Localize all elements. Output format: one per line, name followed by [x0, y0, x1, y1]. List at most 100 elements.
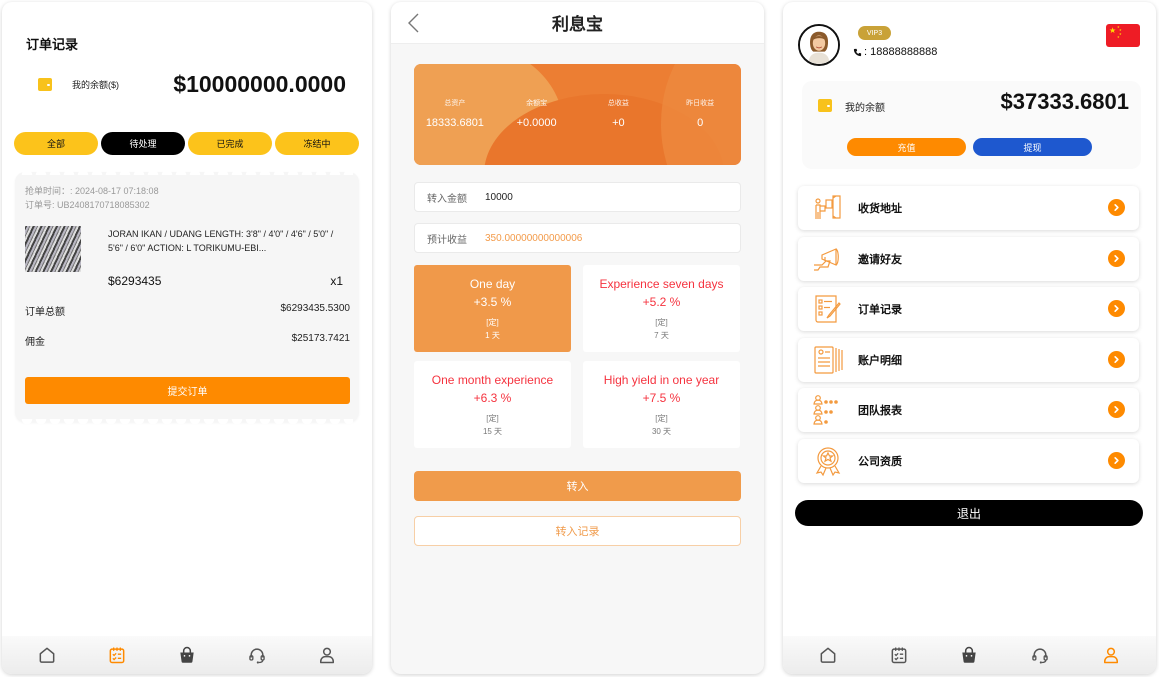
- stat-label: 总资产: [444, 100, 466, 107]
- tab-orders[interactable]: [97, 640, 137, 670]
- commission-value: $25173.7421: [291, 333, 350, 344]
- withdraw-button[interactable]: 提现: [973, 138, 1092, 156]
- plan-rate: +6.3 %: [473, 391, 512, 405]
- vip-badge: VIP3: [858, 26, 891, 40]
- product-price: $6293435: [108, 274, 162, 288]
- menu-label: 团队报表: [858, 405, 902, 417]
- menu-item-company-qualification[interactable]: 公司资质: [798, 438, 1139, 483]
- chevron-right-icon: [1108, 401, 1125, 418]
- recharge-button[interactable]: 充值: [847, 138, 966, 156]
- order-total-value: $6293435.5300: [280, 303, 350, 314]
- plan-rate: +5.2 %: [642, 295, 681, 309]
- menu-item-team-report[interactable]: 团队报表: [798, 388, 1139, 432]
- shopping-bag-icon: [177, 645, 197, 665]
- calendar-checklist-icon: [107, 645, 127, 665]
- plan-name: One day: [469, 277, 516, 291]
- transfer-amount-input[interactable]: [485, 191, 685, 203]
- menu-label: 收货地址: [858, 203, 902, 215]
- plan-days: 7 天: [654, 331, 669, 340]
- company-certificate-icon: [815, 446, 841, 476]
- menu-item-address[interactable]: 收货地址: [798, 186, 1139, 230]
- transfer-in-button[interactable]: 转入: [414, 471, 741, 501]
- transfer-amount-field: 转入金额: [414, 182, 741, 212]
- stat-total-assets: 总资产 18333.6801: [414, 98, 496, 129]
- header: 利息宝: [391, 2, 764, 44]
- tab-home[interactable]: [27, 640, 67, 670]
- expected-income-value: 350.00000000000006: [485, 232, 583, 244]
- tab-shop[interactable]: [167, 640, 207, 670]
- tab-orders[interactable]: [879, 640, 919, 670]
- menu-item-account-details[interactable]: 账户明细: [798, 337, 1139, 382]
- plan-card[interactable]: Experience seven days +5.2 % [定] 7 天: [583, 265, 740, 352]
- transfer-record-button[interactable]: 转入记录: [414, 516, 741, 546]
- headset-icon: [1030, 645, 1050, 665]
- tab-profile[interactable]: [307, 640, 347, 670]
- plan-type: [定]: [655, 414, 668, 423]
- product-quantity: x1: [330, 274, 343, 288]
- stat-value: 18333.6801: [425, 117, 484, 129]
- plan-rate: +7.5 %: [642, 391, 681, 405]
- balance-value: $37333.6801: [1000, 89, 1129, 114]
- bottom-tabbar: [2, 636, 372, 674]
- phone-icon: [853, 48, 862, 56]
- balance-row: 我的余额($) $10000000.0000: [2, 66, 372, 102]
- china-flag-icon[interactable]: ★ ★ ★ ★ ★: [1106, 24, 1140, 47]
- tab-service[interactable]: [1020, 640, 1060, 670]
- order-number: 订单号: UB2408170718085302: [25, 200, 150, 210]
- page-title: 订单记录: [26, 37, 79, 52]
- page-title: 利息宝: [552, 15, 603, 34]
- commission-row: 佣金 $25173.7421: [25, 333, 350, 348]
- plan-days: 1 天: [485, 331, 500, 340]
- menu-label: 账户明细: [858, 354, 902, 367]
- user-icon: [317, 645, 337, 665]
- plan-days: 15 天: [482, 427, 503, 436]
- stat-yuebao: 余额宝 +0.0000: [496, 98, 578, 129]
- plan-card[interactable]: One month experience +6.3 % [定] 15 天: [414, 361, 571, 448]
- plan-card[interactable]: High yield in one year +7.5 % [定] 30 天: [583, 361, 740, 448]
- balance-card: 我的余额 $37333.6801 充值 提现: [802, 81, 1141, 169]
- order-meta: 抢单时间：: 2024-08-17 07:18:08 订单号: UB240817…: [25, 184, 159, 212]
- filter-all[interactable]: 全部: [14, 132, 98, 155]
- back-chevron-icon[interactable]: [405, 12, 425, 34]
- chevron-right-icon: [1108, 249, 1125, 267]
- tab-shop[interactable]: [949, 640, 989, 670]
- plan-days: 30 天: [651, 427, 672, 436]
- menu-item-invite[interactable]: 邀请好友: [798, 236, 1139, 281]
- tab-home[interactable]: [808, 640, 848, 670]
- balance-value: $10000000.0000: [173, 70, 346, 97]
- order-card: 抢单时间：: 2024-08-17 07:18:08 订单号: UB240817…: [15, 169, 359, 425]
- stat-value: +0: [612, 117, 625, 129]
- plan-card[interactable]: One day +3.5 % [定] 1 天: [414, 265, 571, 352]
- stat-total-income: 总收益 +0: [578, 98, 660, 129]
- logout-button[interactable]: 退出: [795, 500, 1143, 526]
- plan-name: High yield in one year: [603, 373, 720, 387]
- stat-value: +0.0000: [516, 117, 557, 129]
- avatar[interactable]: [798, 24, 840, 66]
- order-total-label: 订单总额: [25, 307, 65, 318]
- menu-label: 公司资质: [858, 455, 902, 468]
- home-icon: [818, 645, 838, 665]
- invite-megaphone-icon: [814, 247, 839, 271]
- profile-screen: VIP3 : 18888888888 ★ ★ ★ ★ ★ 我的余额 $37333…: [783, 2, 1156, 674]
- stat-value: 0: [697, 117, 704, 129]
- balance-label: 我的余额($): [72, 79, 119, 90]
- delivery-address-icon: [815, 195, 841, 219]
- wallet-icon: [818, 99, 832, 112]
- plan-grid: One day +3.5 % [定] 1 天 Experience seven …: [414, 265, 741, 448]
- menu-item-orders[interactable]: 订单记录: [798, 287, 1139, 331]
- phone-number-text: : 18888888888: [864, 46, 938, 58]
- submit-order-button[interactable]: 提交订单: [25, 377, 350, 404]
- filter-frozen[interactable]: 冻结中: [275, 132, 359, 155]
- tab-profile[interactable]: [1091, 640, 1131, 670]
- filter-completed[interactable]: 已完成: [188, 132, 272, 155]
- user-icon: [1101, 645, 1121, 665]
- team-report-icon: [813, 395, 838, 425]
- commission-label: 佣金: [25, 337, 45, 348]
- plan-type: [定]: [655, 318, 668, 327]
- filter-pending[interactable]: 待处理: [101, 132, 185, 155]
- stat-label: 余额宝: [526, 100, 548, 107]
- tab-service[interactable]: [237, 640, 277, 670]
- chevron-right-icon: [1108, 199, 1125, 216]
- plan-name: One month experience: [431, 373, 554, 387]
- asset-summary-card: 总资产 18333.6801 余额宝 +0.0000 总收益 +0 昨日收益 0: [414, 64, 741, 165]
